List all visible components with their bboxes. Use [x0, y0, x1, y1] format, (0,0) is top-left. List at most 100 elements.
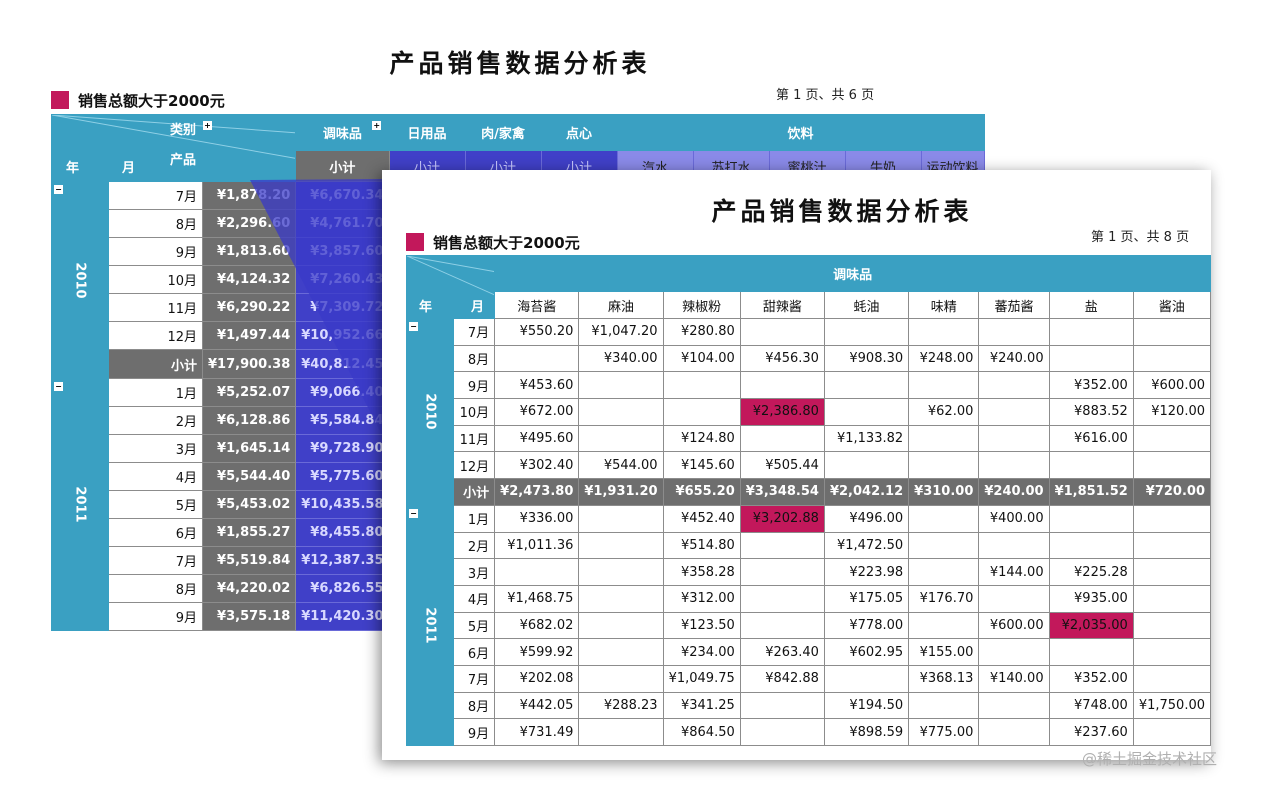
value-cell: ¥6,128.86	[201, 406, 297, 435]
value-cell: ¥1,011.36	[494, 531, 580, 560]
product-header[interactable]: 蕃茄酱	[978, 291, 1050, 319]
value-cell: ¥155.00	[908, 638, 980, 666]
month-cell: 4月	[108, 462, 203, 491]
value-cell	[1132, 718, 1212, 746]
value-cell	[494, 558, 580, 586]
back-cat-meat[interactable]: 肉/家禽+	[464, 114, 542, 151]
product-header[interactable]: 海苔酱	[494, 291, 580, 319]
month-cell: 6月	[108, 518, 203, 547]
product-header[interactable]: 麻油	[578, 291, 664, 319]
collapse-toggle-icon[interactable]: −	[54, 382, 63, 391]
front-hdr-month: 月	[471, 300, 485, 315]
value-cell: ¥10,952.66	[295, 321, 390, 350]
value-cell: ¥550.20	[494, 318, 580, 346]
product-header[interactable]: 酱油	[1132, 291, 1212, 319]
expand-toggle-icon[interactable]: +	[372, 121, 382, 130]
back-cat-snack[interactable]: 点心−	[540, 114, 618, 151]
value-cell: ¥234.00	[662, 638, 741, 666]
subtotal-cell: ¥1,931.20	[578, 478, 664, 506]
year-label: 2010	[422, 393, 438, 430]
back-cat-drinks[interactable]: 饮料	[616, 114, 985, 151]
month-cell: 5月	[453, 611, 496, 640]
subtotal-cell: ¥2,042.12	[823, 478, 910, 506]
product-header[interactable]: 辣椒粉	[662, 291, 741, 319]
value-cell: ¥778.00	[823, 611, 910, 640]
month-cell: 8月	[453, 344, 496, 373]
value-cell: ¥358.28	[662, 558, 741, 586]
watermark: @稀土掘金技术社区	[1082, 750, 1218, 768]
value-cell	[908, 558, 980, 586]
collapse-toggle-icon[interactable]: −	[409, 322, 418, 331]
value-cell	[1048, 504, 1134, 533]
value-cell: ¥6,670.34	[295, 181, 390, 210]
value-cell: ¥599.92	[494, 638, 580, 666]
subtotal-cell: ¥1,851.52	[1048, 478, 1134, 506]
year-label: 2010	[72, 261, 88, 299]
value-cell: ¥602.95	[823, 638, 910, 666]
product-header[interactable]: 盐	[1048, 291, 1134, 319]
year-group-cell[interactable]: − 2011	[405, 504, 455, 747]
month-cell: 1月	[108, 378, 203, 407]
value-cell	[908, 504, 980, 533]
subtotal-cell: ¥2,473.80	[494, 478, 580, 506]
value-cell	[908, 691, 980, 720]
value-cell	[739, 584, 825, 613]
value-cell	[1132, 424, 1212, 453]
back-subtitle: 销售总额大于2000元	[51, 90, 225, 111]
value-cell	[908, 531, 980, 560]
product-header[interactable]: 甜辣酱	[739, 291, 825, 319]
year-group-cell[interactable]: − 2010	[51, 181, 109, 379]
value-cell	[823, 451, 910, 480]
value-cell: ¥1,813.60	[201, 237, 297, 266]
value-cell: ¥5,775.60	[295, 462, 390, 491]
value-cell	[908, 318, 980, 346]
value-cell: ¥616.00	[1048, 424, 1134, 453]
product-header[interactable]: 味精	[908, 291, 980, 319]
value-cell: ¥6,826.55	[295, 574, 390, 603]
value-cell	[908, 424, 980, 453]
product-header[interactable]: 蚝油	[823, 291, 910, 319]
year-label: 2011	[72, 486, 88, 523]
value-cell	[908, 451, 980, 480]
value-cell: ¥1,133.82	[823, 424, 910, 453]
year-group-cell[interactable]: − 2011	[51, 378, 109, 631]
value-cell	[978, 531, 1050, 560]
value-cell: ¥5,519.84	[201, 546, 297, 575]
collapse-toggle-icon[interactable]: −	[54, 185, 63, 194]
subtotal-cell: ¥3,348.54	[739, 478, 825, 506]
value-cell: ¥4,220.02	[201, 574, 297, 603]
value-cell: ¥223.98	[823, 558, 910, 586]
value-cell: ¥600.00	[978, 611, 1050, 640]
value-cell: ¥202.08	[494, 664, 580, 693]
front-cat-seasoning[interactable]: 调味品	[494, 255, 1211, 292]
value-cell: ¥2,386.80	[739, 398, 825, 426]
value-cell: ¥775.00	[908, 718, 980, 746]
value-cell: ¥3,857.60	[295, 237, 390, 266]
back-cat-daily[interactable]: 日用品+	[388, 114, 466, 151]
value-cell: ¥12,387.35	[295, 546, 390, 575]
value-cell	[978, 638, 1050, 666]
subtitle-marker	[406, 233, 424, 251]
year-group-cell[interactable]: − 2010	[405, 318, 455, 506]
back-report-title: 产品销售数据分析表	[389, 49, 651, 78]
expand-toggle-icon[interactable]: +	[203, 121, 212, 130]
value-cell	[1132, 504, 1212, 533]
month-cell: 12月	[453, 451, 496, 480]
value-cell: ¥123.50	[662, 611, 741, 640]
back-page-info: 第 1 页、共 6 页	[776, 88, 875, 103]
collapse-toggle-icon[interactable]: −	[409, 508, 418, 518]
value-cell	[1048, 531, 1134, 560]
value-cell: ¥352.00	[1048, 371, 1134, 400]
back-cat-seasoning[interactable]: 调味品 +	[295, 114, 390, 151]
value-cell: ¥2,296.60	[201, 209, 297, 238]
back-hdr-month: 月	[122, 161, 136, 176]
month-cell: 7月	[453, 318, 496, 346]
subtotal-cell: ¥655.20	[662, 478, 741, 506]
value-cell	[494, 344, 580, 373]
value-cell	[739, 691, 825, 720]
front-pivot-table: 类别 产品 年 月 − 调味品 海苔酱麻油辣椒粉甜辣酱蚝油味精蕃茄酱盐酱油 − 2…	[405, 255, 1212, 747]
value-cell: ¥237.60	[1048, 718, 1134, 746]
back-hdr-year: 年	[66, 161, 80, 176]
back-hdr-category: 类别	[170, 123, 197, 138]
value-cell: ¥194.50	[823, 691, 910, 720]
